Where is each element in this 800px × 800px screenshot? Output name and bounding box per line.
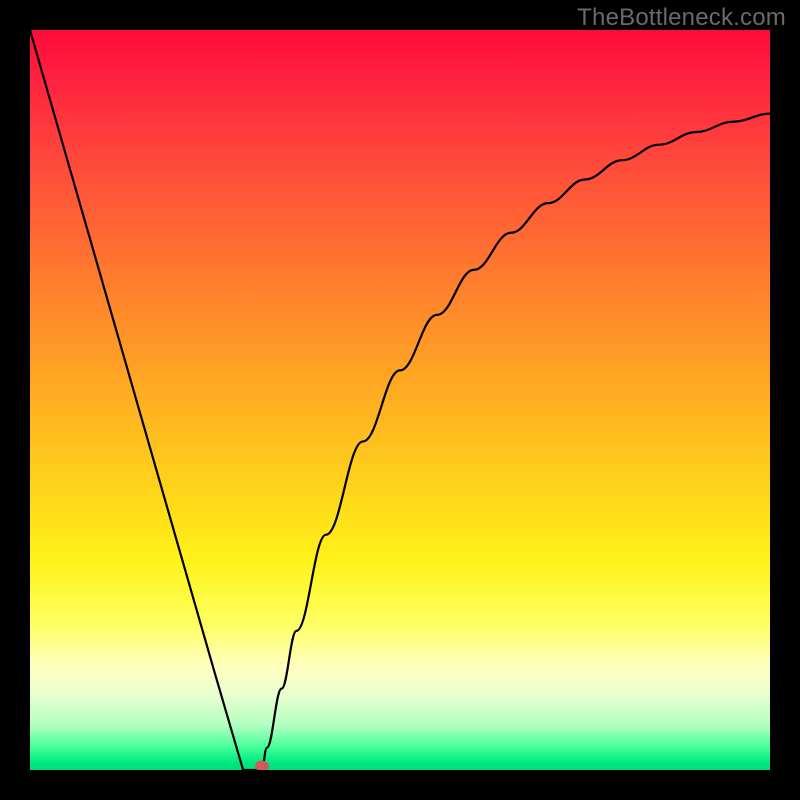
plot-area bbox=[30, 30, 770, 770]
min-marker-icon bbox=[255, 761, 269, 771]
curve-svg bbox=[30, 30, 770, 770]
bottleneck-curve-path bbox=[30, 30, 770, 770]
chart-frame: TheBottleneck.com bbox=[0, 0, 800, 800]
watermark-text: TheBottleneck.com bbox=[577, 4, 786, 32]
